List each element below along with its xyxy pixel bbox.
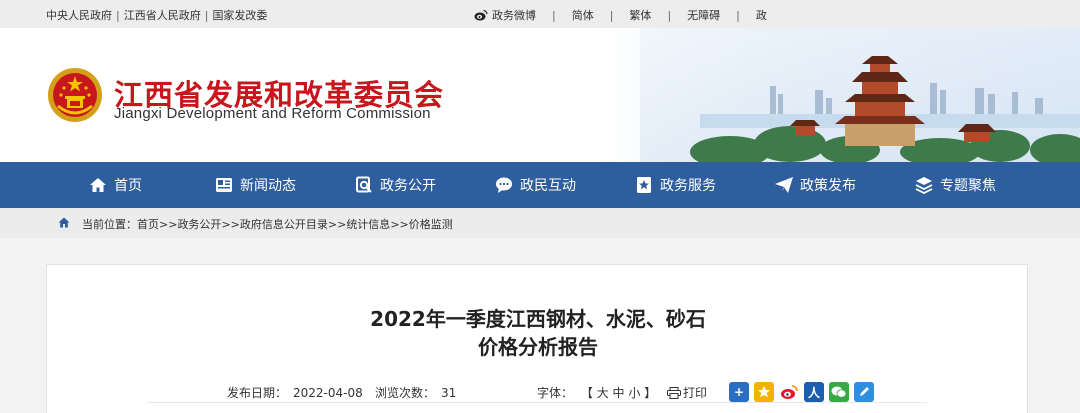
- publish-date: 发布日期： 2022-04-08: [227, 384, 363, 401]
- breadcrumb-trail: 当前位置：首页>>政务公开>>政府信息公开目录>>统计信息>>价格监测: [82, 216, 453, 232]
- article-title-line-2: 价格分析报告: [478, 335, 598, 359]
- font-bracket-open: 【: [580, 386, 593, 400]
- nav-item-policy[interactable]: 政策发布: [774, 162, 856, 208]
- wechat-icon[interactable]: [829, 382, 849, 402]
- accessibility-link[interactable]: 无障碍: [687, 7, 720, 23]
- meta-divider: [147, 402, 927, 403]
- breadcrumb-prefix: 当前位置：: [82, 218, 137, 231]
- font-size-label: 字体：: [537, 386, 574, 400]
- article-title-line-1: 2022年一季度江西钢材、水泥、砂石: [370, 307, 706, 331]
- publish-date-label: 发布日期：: [227, 386, 288, 400]
- site-tools: 政务微博 | 简体 | 繁体 | 无障碍 | 政: [474, 7, 767, 23]
- weibo-share-icon[interactable]: [779, 382, 799, 402]
- simplified-chinese-link[interactable]: 简体: [572, 7, 594, 23]
- breadcrumb-separator: >>: [221, 218, 240, 231]
- article-title: 2022年一季度江西钢材、水泥、砂石 价格分析报告: [47, 305, 1029, 361]
- nav-item-home[interactable]: 首页: [88, 162, 142, 208]
- print-button[interactable]: 打印: [667, 384, 707, 401]
- view-count-value: 31: [441, 386, 457, 400]
- breadcrumb-home-icon: [58, 217, 70, 229]
- breadcrumb: 当前位置：首页>>政务公开>>政府信息公开目录>>统计信息>>价格监测: [0, 208, 1080, 238]
- plus-share-icon[interactable]: +: [729, 382, 749, 402]
- print-label: 打印: [683, 386, 708, 400]
- nav-item-topics[interactable]: 专题聚焦: [914, 162, 996, 208]
- gov-weibo-link[interactable]: 政务微博: [492, 7, 536, 23]
- breadcrumb-statistics[interactable]: 统计信息: [346, 218, 390, 231]
- nav-item-services[interactable]: 政务服务: [634, 162, 716, 208]
- breadcrumb-separator: >>: [159, 218, 178, 231]
- link-provincial-gov[interactable]: 江西省人民政府: [124, 9, 201, 22]
- renren-icon[interactable]: 人: [804, 382, 824, 402]
- site-header: 江西省发展和改革委员会 Jiangxi Development and Refo…: [0, 28, 1080, 162]
- breadcrumb-gov-affairs[interactable]: 政务公开: [177, 218, 221, 231]
- chat-icon: [494, 175, 514, 195]
- top-utility-bar: 中央人民政府 | 江西省人民政府 | 国家发改委 政务微博 | 简体 | 繁体 | 无障…: [0, 0, 1080, 28]
- nav-label-news: 新闻动态: [240, 178, 296, 194]
- star-bookmark-icon: [634, 175, 654, 195]
- gov-links: 中央人民政府 | 江西省人民政府 | 国家发改委: [46, 9, 268, 22]
- nav-item-interaction[interactable]: 政民互动: [494, 162, 576, 208]
- breadcrumb-separator: >>: [327, 218, 347, 231]
- note-icon[interactable]: [854, 382, 874, 402]
- publish-date-value: 2022-04-08: [293, 386, 363, 400]
- home-icon: [88, 175, 108, 195]
- link-central-gov[interactable]: 中央人民政府: [46, 9, 112, 22]
- link-ndrc[interactable]: 国家发改委: [212, 9, 267, 22]
- breadcrumb-home[interactable]: 首页: [137, 218, 159, 231]
- nav-item-gov-affairs[interactable]: 政务公开: [354, 162, 436, 208]
- paper-plane-icon: [774, 175, 794, 195]
- font-medium-button[interactable]: 中: [613, 386, 625, 400]
- view-count: 浏览次数： 31: [375, 384, 456, 401]
- qzone-icon[interactable]: [754, 382, 774, 402]
- traditional-chinese-link[interactable]: 繁体: [629, 7, 651, 23]
- nav-label-home: 首页: [114, 178, 142, 194]
- breadcrumb-separator: >>: [390, 218, 409, 231]
- national-emblem-logo[interactable]: [46, 66, 104, 124]
- breadcrumb-price-monitoring[interactable]: 价格监测: [409, 218, 453, 231]
- tengwang-pavilion-banner-image: [640, 28, 1080, 162]
- font-size-control: 字体： 【 大 中 小 】: [537, 384, 656, 401]
- article-card: 2022年一季度江西钢材、水泥、砂石 价格分析报告 发布日期： 2022-04-0…: [46, 264, 1028, 413]
- layers-icon: [914, 175, 934, 195]
- main-navigation: 首页 新闻动态 政务公开 政民互动 政务服务 政策发布 专题聚焦: [0, 162, 1080, 208]
- share-bar: + 人: [729, 382, 879, 402]
- font-small-button[interactable]: 小: [628, 386, 640, 400]
- nav-label-policy: 政策发布: [800, 178, 856, 194]
- nav-item-news[interactable]: 新闻动态: [214, 162, 296, 208]
- font-bracket-close: 】: [644, 386, 657, 400]
- weibo-icon[interactable]: [474, 9, 488, 21]
- gov-link[interactable]: 政: [756, 7, 767, 23]
- font-large-button[interactable]: 大: [597, 386, 609, 400]
- search-doc-icon: [354, 175, 374, 195]
- news-icon: [214, 175, 234, 195]
- nav-label-gov-affairs: 政务公开: [380, 178, 436, 194]
- nav-label-services: 政务服务: [660, 178, 716, 194]
- view-count-label: 浏览次数：: [375, 386, 436, 400]
- breadcrumb-info-catalog[interactable]: 政府信息公开目录: [240, 218, 328, 231]
- printer-icon: [667, 386, 681, 399]
- site-title-english: Jiangxi Development and Reform Commissio…: [114, 105, 431, 122]
- nav-label-topics: 专题聚焦: [940, 178, 996, 194]
- nav-label-interaction: 政民互动: [520, 178, 576, 194]
